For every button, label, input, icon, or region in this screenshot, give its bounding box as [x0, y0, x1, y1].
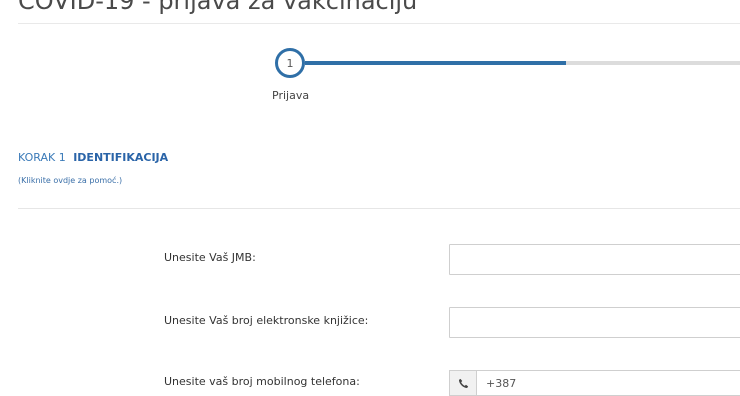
- phone-input-value[interactable]: +387: [477, 377, 516, 390]
- phone-label: Unesite vaš broj mobilnog telefona:: [164, 375, 360, 388]
- step-1-indicator[interactable]: 1: [275, 48, 305, 78]
- step-1-label: Prijava: [272, 89, 310, 102]
- jmb-input[interactable]: [449, 244, 740, 275]
- health-card-input[interactable]: [449, 307, 740, 338]
- section-divider: [18, 208, 740, 209]
- section-step-name: IDENTIFIKACIJA: [73, 151, 169, 164]
- phone-input-group[interactable]: +387: [449, 370, 740, 396]
- help-link[interactable]: (Kliknite ovdje za pomoć.): [18, 176, 122, 185]
- section-heading: KORAK 1 IDENTIFIKACIJA: [18, 151, 168, 164]
- section-step-number: KORAK 1: [18, 151, 66, 164]
- progress-stepper: 1 Prijava: [0, 0, 740, 120]
- stepper-remaining-line: [566, 61, 740, 65]
- jmb-label: Unesite Vaš JMB:: [164, 251, 256, 264]
- stepper-progress-line: [305, 61, 566, 65]
- step-1-number: 1: [286, 56, 294, 70]
- health-card-label: Unesite Vaš broj elektronske knjižice:: [164, 314, 369, 327]
- phone-icon: [450, 371, 477, 395]
